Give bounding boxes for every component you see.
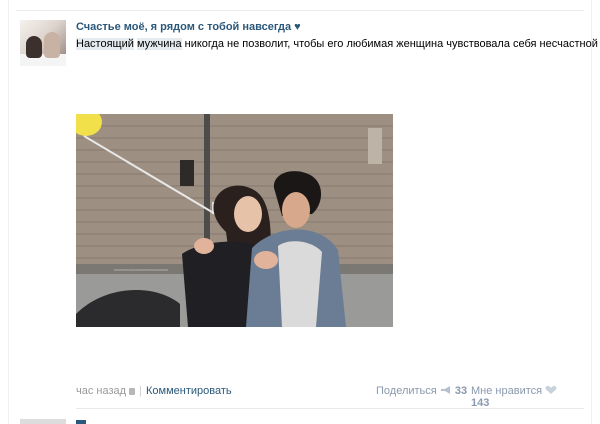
highlighted-word: мужчина	[136, 38, 182, 50]
svg-text:~~~~~~~~~~~~~~~~~~: ~~~~~~~~~~~~~~~~~~	[114, 268, 168, 274]
heart-icon	[545, 385, 557, 394]
post-footer: час назад | Комментировать Поделиться 33…	[76, 385, 572, 409]
post-bottom-divider	[76, 408, 584, 409]
highlighted-word: Настоящий	[76, 38, 134, 50]
post-text-rest: никогда не позволит, чтобы его любимая ж…	[181, 38, 598, 50]
share-button[interactable]: Поделиться 33	[376, 385, 467, 397]
like-label: Мне нравится	[471, 385, 543, 397]
post-time[interactable]: час назад	[76, 385, 136, 397]
author-name-link[interactable]: Счастье моё, я рядом с тобой навсегда ♥	[76, 21, 301, 33]
footer-separator: |	[139, 385, 142, 397]
post-photo[interactable]: ~~~~~~~~~~~~~~~~~~	[76, 114, 393, 327]
feed-post: Счастье моё, я рядом с тобой навсегда ♥ …	[0, 0, 600, 424]
post-text: Настоящий мужчина никогда не позволит, ч…	[76, 38, 598, 50]
share-count: 33	[454, 385, 468, 397]
lock-icon	[129, 388, 136, 395]
share-label: Поделиться	[376, 385, 437, 397]
comment-link[interactable]: Комментировать	[146, 385, 232, 397]
next-post-avatar[interactable]	[20, 419, 66, 424]
megaphone-icon	[440, 386, 450, 394]
author-avatar[interactable]	[20, 20, 66, 66]
next-post-title[interactable]	[76, 420, 86, 424]
like-button[interactable]: Мне нравится 143	[471, 385, 572, 409]
